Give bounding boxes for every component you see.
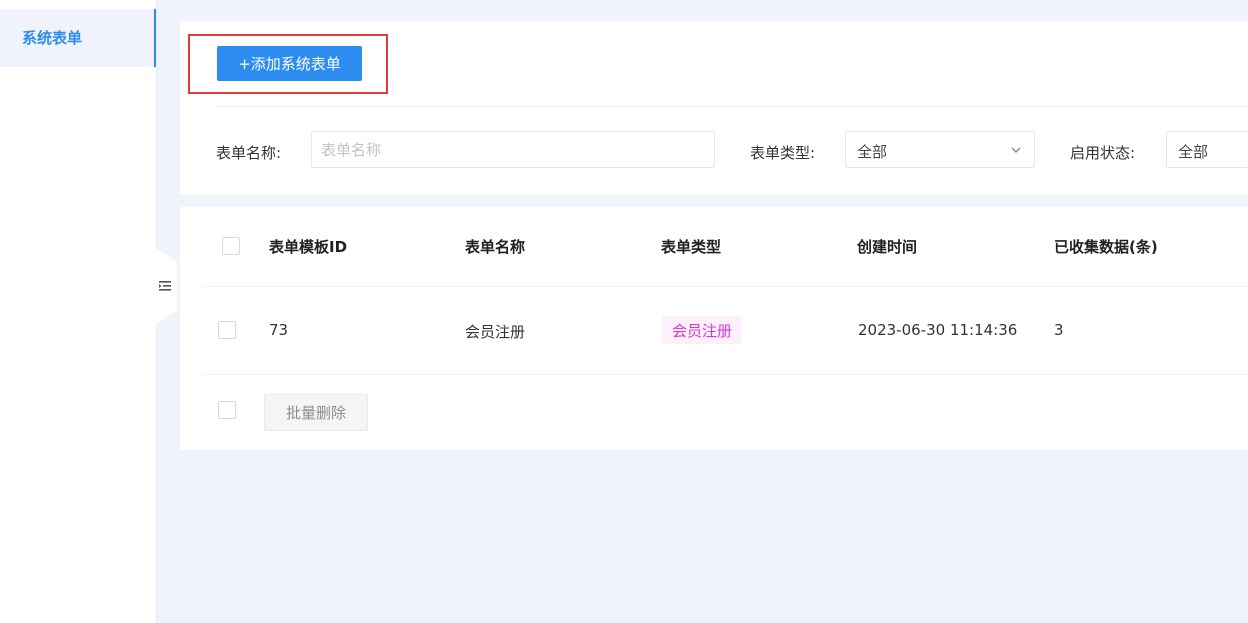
- form-type-value: 全部: [857, 143, 888, 161]
- row-divider: [203, 374, 1248, 375]
- form-name-input[interactable]: [311, 131, 715, 168]
- row-divider: [203, 286, 1248, 287]
- sidebar-item-label: 系统表单: [22, 29, 83, 47]
- cell-id: 73: [269, 321, 289, 339]
- form-type-select[interactable]: 全部: [845, 131, 1035, 168]
- column-header-count: 已收集数据(条): [1054, 238, 1158, 256]
- batch-delete-button[interactable]: 批量删除: [264, 394, 368, 431]
- status-select[interactable]: 全部: [1166, 131, 1248, 168]
- form-type-label: 表单类型:: [750, 144, 816, 162]
- add-system-form-button[interactable]: +添加系统表单: [217, 46, 362, 81]
- collapse-sidebar-icon: [156, 248, 177, 324]
- sidebar-item-system-forms[interactable]: 系统表单: [0, 9, 156, 67]
- column-header-type: 表单类型: [661, 238, 722, 256]
- collapse-sidebar-button[interactable]: [156, 248, 177, 324]
- cell-name: 会员注册: [465, 323, 526, 341]
- cell-created: 2023-06-30 11:14:36: [858, 321, 1018, 339]
- divider: [216, 106, 1248, 107]
- cell-count: 3: [1054, 321, 1064, 339]
- column-header-name: 表单名称: [465, 238, 526, 256]
- column-header-id: 表单模板ID: [269, 238, 348, 256]
- form-name-label: 表单名称:: [216, 144, 282, 162]
- chevron-down-icon: [1011, 147, 1021, 153]
- select-all-checkbox[interactable]: [222, 237, 240, 255]
- status-value: 全部: [1178, 143, 1209, 161]
- row-checkbox[interactable]: [218, 321, 236, 339]
- sidebar: 系统表单: [0, 0, 157, 623]
- column-header-created: 创建时间: [857, 238, 918, 256]
- cell-type-tag: 会员注册: [662, 316, 743, 344]
- footer-select-all-checkbox[interactable]: [218, 401, 236, 419]
- status-label: 启用状态:: [1070, 144, 1136, 162]
